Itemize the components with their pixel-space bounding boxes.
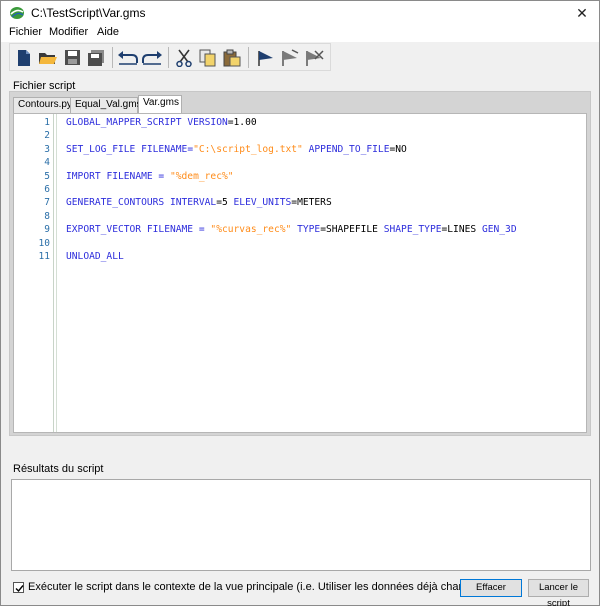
context-checkbox[interactable] — [13, 582, 24, 593]
code-token: =METERS — [291, 197, 332, 209]
new-file-icon[interactable] — [12, 46, 36, 69]
code-token: APPEND_TO_FILE — [308, 143, 390, 155]
code-token: FILENAME — [141, 143, 188, 155]
line-number: 1 — [44, 117, 50, 128]
code-token: IMPORT — [66, 170, 101, 182]
code-token: = — [152, 170, 170, 182]
code-line: SET_LOG_FILE FILENAME="C:\script_log.txt… — [66, 144, 407, 155]
toolbar-separator — [248, 47, 249, 68]
code-token: =1.00 — [227, 117, 257, 128]
code-line: IMPORT FILENAME = "%dem_rec%" — [66, 171, 234, 182]
code-token: TYPE — [297, 224, 321, 236]
code-token: SET_LOG_FILE — [66, 143, 136, 155]
tab-var-gms[interactable]: Var.gms — [138, 95, 182, 113]
code-token: GENERATE_CONTOURS — [66, 197, 165, 209]
line-number: 7 — [44, 197, 50, 209]
code-token: = — [193, 224, 211, 236]
save-all-icon[interactable] — [84, 46, 108, 69]
code-token: INTERVAL — [169, 197, 217, 209]
code-token: FILENAME — [106, 170, 153, 182]
redo-icon[interactable] — [140, 46, 164, 69]
toolbar-separator — [112, 47, 113, 68]
line-number: 11 — [38, 251, 50, 262]
line-number: 10 — [38, 237, 50, 249]
menu-bar: Fichier Modifier Aide — [1, 25, 599, 42]
line-number: 2 — [44, 130, 50, 142]
line-number: 9 — [44, 224, 50, 236]
undo-icon[interactable] — [116, 46, 140, 69]
code-token: "%curvas_rec%" — [210, 224, 292, 236]
code-token: =SHAPEFILE — [320, 224, 384, 236]
stop-icon[interactable] — [302, 46, 326, 69]
tab-equal-val-gms[interactable]: Equal_Val.gms — [70, 97, 142, 113]
tab-contours-py[interactable]: Contours.py — [13, 97, 72, 113]
code-line: UNLOAD_ALL — [66, 251, 124, 262]
globe-app-icon — [10, 7, 24, 19]
line-number-gutter: 1 2 3 4 5 6 7 8 9 10 11 — [14, 114, 54, 432]
menu-modifier[interactable]: Modifier — [49, 26, 88, 38]
code-token: ELEV_UNITS — [233, 197, 292, 209]
code-token: FILENAME — [146, 224, 194, 236]
main-window: C:\TestScript\Var.gms ✕ Fichier Modifier… — [0, 0, 600, 606]
code-line: GLOBAL_MAPPER_SCRIPT VERSION=1.00 — [66, 117, 257, 128]
line-number: 3 — [44, 143, 50, 155]
paste-icon[interactable] — [220, 46, 244, 69]
menu-aide[interactable]: Aide — [97, 26, 119, 38]
title-bar: C:\TestScript\Var.gms ✕ — [1, 1, 599, 25]
results-label: Résultats du script — [13, 463, 104, 475]
run-flag-icon[interactable] — [254, 46, 278, 69]
code-token: SHAPE_TYPE — [383, 224, 442, 236]
context-checkbox-label[interactable]: Exécuter le script dans le contexte de l… — [28, 581, 490, 593]
code-token: UNLOAD_ALL — [66, 251, 124, 262]
copy-icon[interactable] — [196, 46, 220, 69]
code-area[interactable]: GLOBAL_MAPPER_SCRIPT VERSION=1.00 SET_LOG… — [66, 114, 586, 432]
toolbar — [9, 43, 331, 71]
line-number: 5 — [44, 170, 50, 182]
fold-margin — [56, 114, 57, 432]
code-token: EXPORT_VECTOR — [66, 224, 142, 236]
code-line: EXPORT_VECTOR FILENAME = "%curvas_rec%" … — [66, 224, 517, 235]
window-title: C:\TestScript\Var.gms — [31, 6, 146, 20]
code-token: GEN_3D — [481, 224, 517, 236]
results-output[interactable] — [11, 479, 591, 571]
save-icon[interactable] — [60, 46, 84, 69]
toolbar-separator — [168, 47, 169, 68]
line-number: 4 — [44, 157, 50, 169]
code-token: =5 — [216, 197, 234, 209]
menu-fichier[interactable]: Fichier — [9, 26, 42, 38]
code-line: GENERATE_CONTOURS INTERVAL=5 ELEV_UNITS=… — [66, 197, 332, 208]
code-token: =NO — [389, 143, 407, 155]
code-token: "C:\script_log.txt" — [193, 143, 303, 155]
close-icon[interactable]: ✕ — [565, 1, 599, 25]
line-number: 6 — [44, 184, 50, 195]
code-token: GLOBAL_MAPPER_SCRIPT — [66, 117, 182, 128]
cut-icon[interactable] — [172, 46, 196, 69]
code-token: "%dem_rec%" — [169, 170, 234, 182]
open-folder-icon[interactable] — [36, 46, 60, 69]
code-token: =LINES — [441, 224, 482, 236]
run-selection-icon[interactable] — [278, 46, 302, 69]
clear-button[interactable]: Effacer — [460, 579, 522, 597]
run-script-button[interactable]: Lancer le script — [528, 579, 589, 606]
line-number: 8 — [44, 210, 50, 222]
code-token: VERSION — [187, 117, 228, 128]
script-editor[interactable]: 1 2 3 4 5 6 7 8 9 10 11 GLOBAL_MAPPER_SCRIPT VERSI… — [13, 113, 587, 433]
